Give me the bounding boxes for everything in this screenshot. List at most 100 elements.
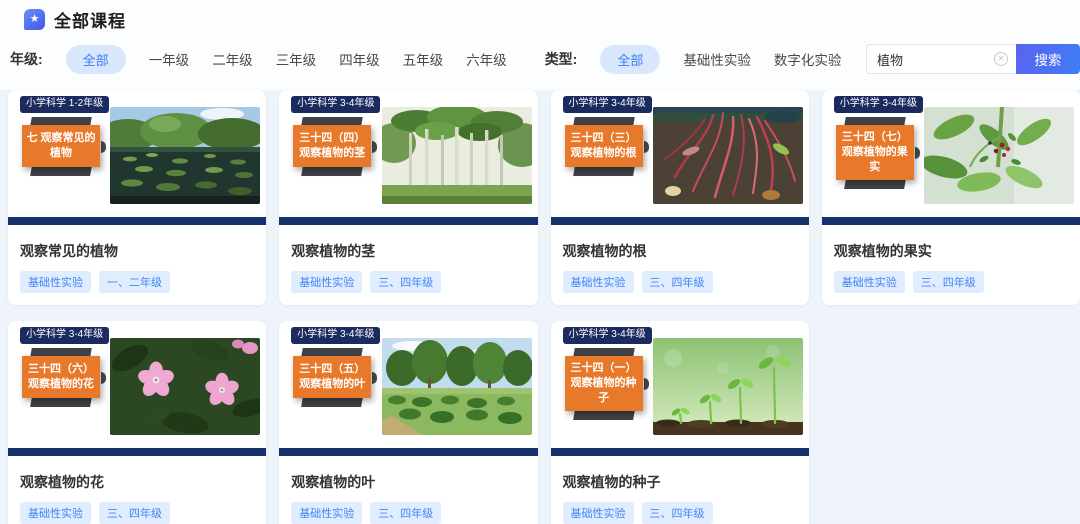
course-type-tag: 基础性实验 [20, 502, 91, 524]
course-thumbnail: 小学科学 1-2年级 七 观察常见的 植物 [8, 90, 267, 217]
search-area: ✕ 搜索 [866, 44, 1080, 74]
grade-filter-group: 年级: 全部 一年级 二年级 三年级 四年级 五年级 六年级 [10, 44, 507, 74]
grade-option-3[interactable]: 三年级 [276, 49, 317, 69]
slide-clapper: 三十四（六） 观察植物的花 [21, 348, 106, 407]
slide-clapper: 三十四（七） 观察植物的果实 [835, 117, 920, 189]
course-card-plant-flowers[interactable]: 小学科学 3-4年级 三十四（六） 观察植物的花 观察植物的花 基础性实验 三、… [8, 321, 267, 524]
course-card-common-plants[interactable]: 小学科学 1-2年级 七 观察常见的 植物 观察常见的植物 基础性实验 一、二年… [8, 90, 267, 305]
courses-app-icon: ★ [24, 8, 45, 30]
course-photo-flowers [110, 338, 261, 435]
card-divider [279, 448, 538, 456]
slide-clapper: 三十四（四） 观察植物的茎 [292, 117, 378, 176]
course-card-plant-leaves[interactable]: 小学科学 3-4年级 三十四（五） 观察植物的叶 观察植物的叶 基础性实验 三、… [279, 321, 538, 524]
star-icon: ★ [29, 12, 40, 25]
card-divider [550, 217, 809, 225]
slide-clapper: 三十四（一） 观察植物的种子 [564, 348, 649, 420]
type-option-digital[interactable]: 数字化实验 [774, 49, 842, 69]
title-row: ★ 全部课程 [24, 7, 1080, 31]
clapper-bottom-bar [301, 397, 364, 407]
lesson-label: 三十四（一） 观察植物的种子 [564, 356, 643, 411]
card-divider [8, 448, 267, 456]
tag-row: 基础性实验 三、四年级 [291, 271, 525, 293]
course-title: 观察植物的叶 [291, 474, 376, 490]
card-divider [8, 217, 267, 225]
course-level-badge: 小学科学 3-4年级 [833, 96, 923, 113]
course-title: 观察常见的植物 [20, 243, 118, 259]
tag-row: 基础性实验 三、四年级 [562, 271, 797, 293]
card-divider [821, 217, 1080, 225]
clapper-bottom-bar [572, 409, 635, 420]
course-level-badge: 小学科学 3-4年级 [20, 327, 110, 344]
lesson-label: 三十四（五） 观察植物的叶 [293, 356, 372, 398]
search-button[interactable]: 搜索 [1016, 44, 1080, 74]
card-body: 观察植物的根 基础性实验 三、四年级 [551, 225, 809, 305]
clapper-bottom-bar [572, 166, 635, 176]
course-card-plant-roots[interactable]: 小学科学 3-4年级 三十四（三） 观察植物的根 观察植物的根 基础性实验 三、… [550, 90, 809, 305]
course-thumbnail: 小学科学 3-4年级 三十四（四） 观察植物的茎 [279, 90, 538, 217]
course-card-plant-stems[interactable]: 小学科学 3-4年级 三十四（四） 观察植物的茎 观察植物的茎 基础性实验 三、… [279, 90, 538, 305]
course-type-tag: 基础性实验 [562, 271, 634, 293]
type-filter-group: 类型: 全部 基础性实验 数字化实验 [544, 44, 842, 74]
course-photo-pond [110, 107, 261, 204]
page-title: 全部课程 [54, 11, 126, 31]
course-grade-tag: 三、四年级 [370, 271, 442, 293]
course-grid: 小学科学 1-2年级 七 观察常见的 植物 观察常见的植物 基础性实验 一、二年… [0, 90, 1080, 524]
course-title: 观察植物的种子 [562, 474, 661, 490]
grade-option-all[interactable]: 全部 [65, 44, 126, 74]
tag-row: 基础性实验 三、四年级 [291, 502, 525, 524]
course-grade-tag: 三、四年级 [370, 502, 442, 524]
course-type-tag: 基础性实验 [291, 502, 363, 524]
course-level-badge: 小学科学 3-4年级 [291, 327, 381, 344]
clapper-notch [101, 371, 106, 384]
course-type-tag: 基础性实验 [291, 271, 363, 293]
lesson-label: 三十四（四） 观察植物的茎 [293, 125, 372, 167]
clapper-bottom-bar [301, 166, 364, 176]
course-photo-palms [381, 107, 532, 204]
clapper-notch [101, 140, 106, 153]
page-header: ★ 全部课程 年级: 全部 一年级 二年级 三年级 四年级 五年级 六年级 类型… [0, 0, 1080, 90]
tag-row: 基础性实验 三、四年级 [833, 271, 1068, 293]
grade-option-5[interactable]: 五年级 [403, 49, 444, 69]
type-filter-label: 类型: [544, 51, 578, 67]
course-grade-tag: 三、四年级 [641, 271, 713, 293]
course-level-badge: 小学科学 1-2年级 [20, 96, 110, 113]
card-divider [550, 448, 809, 456]
card-body: 观察植物的种子 基础性实验 三、四年级 [551, 456, 809, 524]
course-photo-trees [381, 338, 532, 435]
clear-search-icon[interactable]: ✕ [994, 52, 1008, 66]
course-photo-seedlings [652, 338, 803, 435]
course-title: 观察植物的果实 [833, 243, 932, 259]
card-body: 观察植物的果实 基础性实验 三、四年级 [822, 225, 1080, 305]
lesson-label: 三十四（三） 观察植物的根 [564, 125, 643, 167]
tag-row: 基础性实验 三、四年级 [562, 502, 797, 524]
type-option-all[interactable]: 全部 [600, 44, 661, 74]
card-body: 观察常见的植物 基础性实验 一、二年级 [8, 225, 266, 305]
course-thumbnail: 小学科学 3-4年级 三十四（一） 观察植物的种子 [550, 321, 809, 448]
slide-clapper: 三十四（五） 观察植物的叶 [292, 348, 378, 407]
grade-option-1[interactable]: 一年级 [149, 49, 190, 69]
tag-row: 基础性实验 一、二年级 [20, 271, 254, 293]
course-level-badge: 小学科学 3-4年级 [291, 96, 381, 113]
lesson-label: 七 观察常见的 植物 [22, 125, 100, 167]
grade-option-4[interactable]: 四年级 [339, 49, 380, 69]
filter-bar: 年级: 全部 一年级 二年级 三年级 四年级 五年级 六年级 类型: 全部 基础… [10, 44, 1080, 74]
clapper-bottom-bar [30, 397, 92, 407]
course-card-plant-seeds[interactable]: 小学科学 3-4年级 三十四（一） 观察植物的种子 观察植物的种子 基础性实验 … [550, 321, 809, 524]
course-thumbnail: 小学科学 3-4年级 三十四（六） 观察植物的花 [8, 321, 267, 448]
grade-option-2[interactable]: 二年级 [212, 49, 253, 69]
course-card-plant-fruits[interactable]: 小学科学 3-4年级 三十四（七） 观察植物的果实 观察植物的果实 基础性实验 … [821, 90, 1080, 305]
slide-clapper: 七 观察常见的 植物 [21, 117, 106, 176]
type-option-basic[interactable]: 基础性实验 [683, 49, 751, 69]
tag-row: 基础性实验 三、四年级 [20, 502, 254, 524]
course-grade-tag: 三、四年级 [99, 502, 170, 524]
course-thumbnail: 小学科学 3-4年级 三十四（三） 观察植物的根 [550, 90, 809, 217]
grade-option-6[interactable]: 六年级 [466, 49, 507, 69]
clapper-bottom-bar [843, 178, 906, 189]
course-thumbnail: 小学科学 3-4年级 三十四（七） 观察植物的果实 [821, 90, 1080, 217]
clapper-notch [643, 377, 649, 390]
clapper-notch [372, 140, 378, 153]
course-level-badge: 小学科学 3-4年级 [562, 96, 652, 113]
clapper-notch [914, 146, 920, 159]
clapper-bottom-bar [30, 166, 92, 176]
slide-clapper: 三十四（三） 观察植物的根 [564, 117, 649, 176]
